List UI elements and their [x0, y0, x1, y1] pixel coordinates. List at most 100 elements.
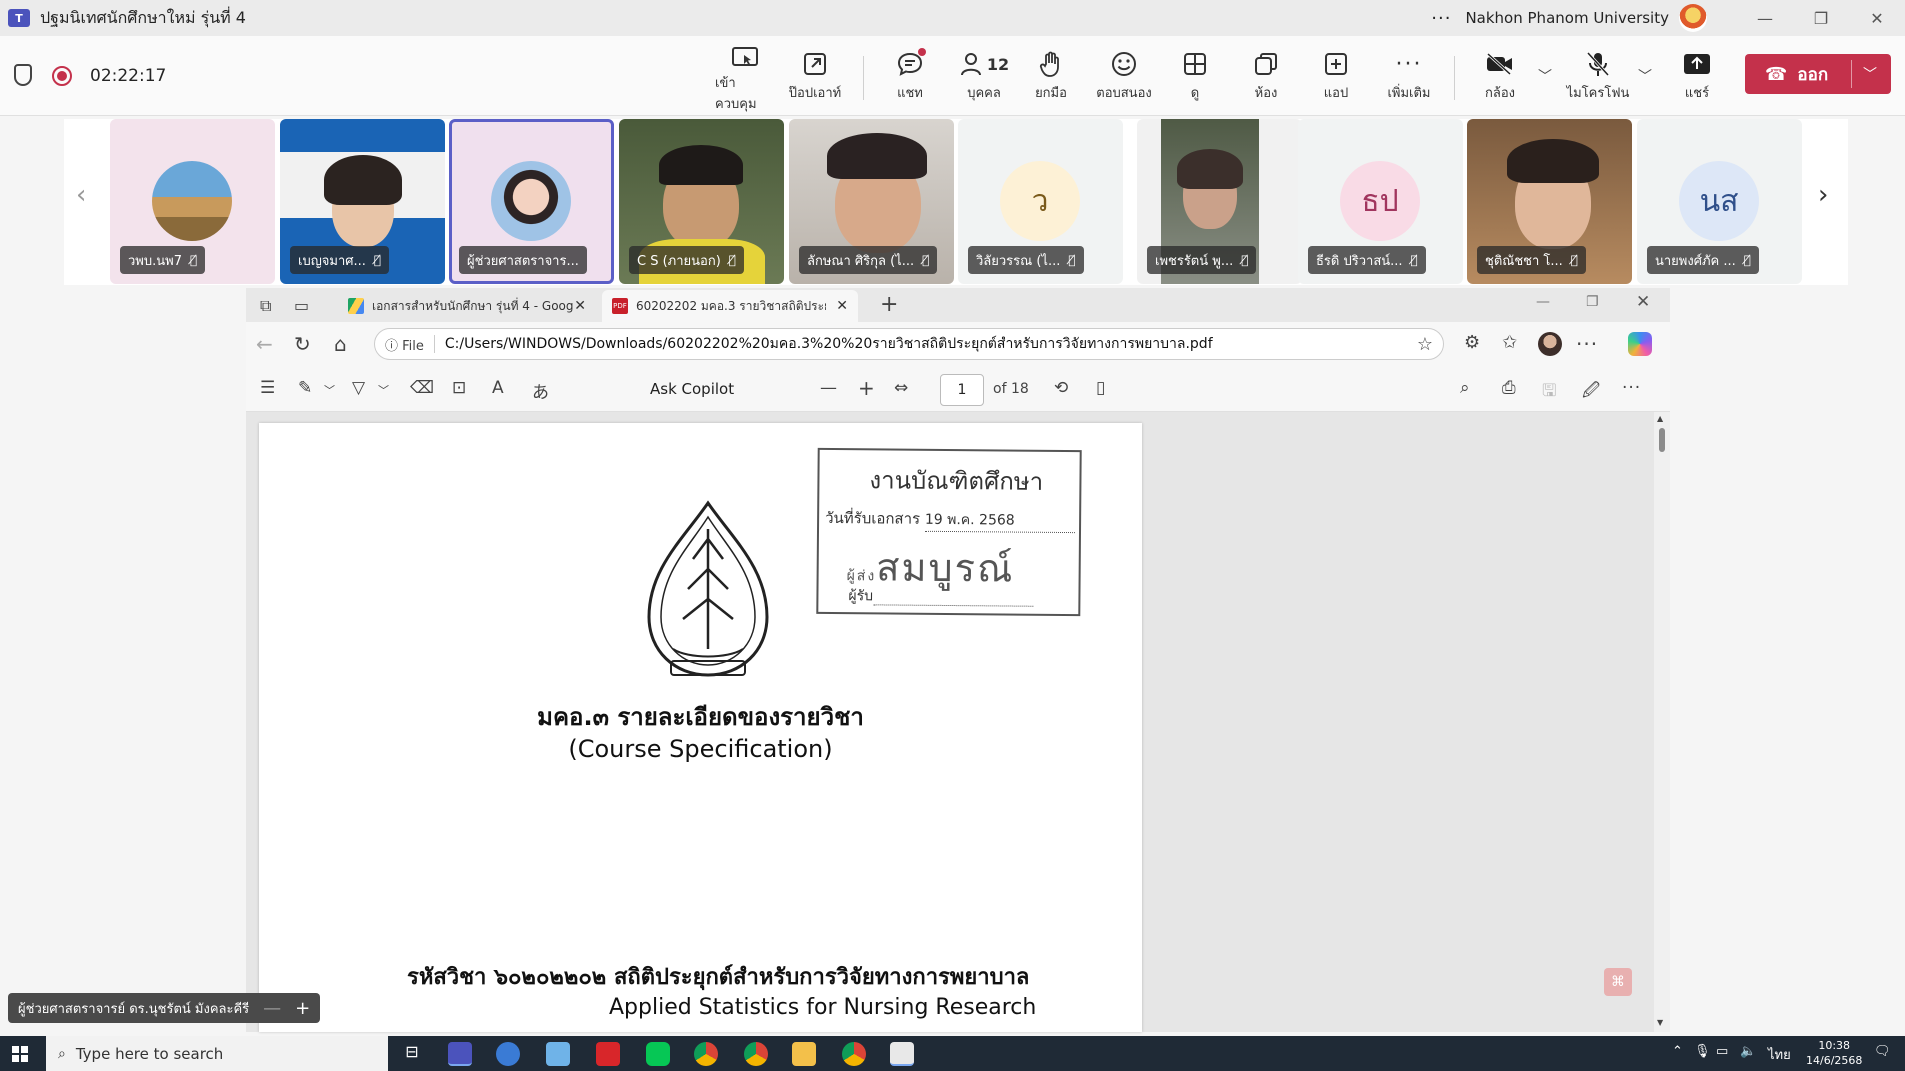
raise-hand-button[interactable]: ยกมือ	[1030, 46, 1072, 110]
browser-minimize-button[interactable]: —	[1536, 294, 1550, 310]
shield-icon[interactable]	[14, 64, 32, 86]
acrobat-icon[interactable]: ⌘	[1604, 968, 1632, 996]
favorites-icon[interactable]: ✩	[1502, 332, 1517, 353]
leave-meeting-button[interactable]: ☎ ออก ﹀	[1745, 54, 1891, 94]
file-explorer-taskbar-icon[interactable]	[792, 1042, 816, 1066]
draw-icon[interactable]: ▽	[352, 378, 365, 398]
react-button[interactable]: ตอบสนอง	[1092, 46, 1156, 110]
participant-tile[interactable]: เพชรรัตน์ พู... 🎙̸	[1137, 119, 1302, 284]
refresh-icon[interactable]: ↻	[294, 332, 311, 356]
url-field[interactable]: ⓘ File C:/Users/WINDOWS/Downloads/602022…	[374, 328, 1444, 360]
save-as-icon[interactable]: 🖉	[1582, 378, 1600, 407]
zoom-in-icon[interactable]: +	[858, 376, 875, 400]
apps-button[interactable]: แอป	[1320, 46, 1352, 110]
save-icon[interactable]: 🖫	[1542, 378, 1556, 407]
chrome-app-taskbar-icon[interactable]	[842, 1042, 866, 1066]
participant-tile[interactable]: ธป ธีรดิ ปริวาสน์... 🎙̸	[1298, 119, 1463, 284]
leave-options-chevron-icon[interactable]: ﹀	[1863, 64, 1877, 84]
chat-button[interactable]: แชท	[890, 46, 930, 110]
browser-close-button[interactable]: ✕	[1636, 292, 1650, 312]
close-window-button[interactable]: ✕	[1849, 0, 1905, 36]
profile-avatar[interactable]	[1538, 332, 1562, 356]
participant-tile[interactable]: นส นายพงศ์ภัค ... 🎙̸	[1637, 119, 1802, 284]
participant-tile[interactable]: ลักษณา ศิริกุล (ไ... 🎙̸	[789, 119, 954, 284]
presenter-bar[interactable]: ผู้ช่วยศาสตราจารย์ ดร.นุชรัตน์ มังคละคีร…	[8, 993, 321, 1023]
back-icon[interactable]: ←	[256, 332, 273, 356]
find-icon[interactable]: ⌕	[1460, 378, 1470, 398]
tab-pdf[interactable]: PDF 60202202 มคอ.3 รายวิชาสถิติประยุกต์ส…	[602, 290, 858, 322]
page-number-input[interactable]: 1	[940, 374, 984, 406]
read-aloud-icon[interactable]: A	[492, 378, 504, 398]
taskbar-search-box[interactable]: ⌕ Type here to search	[46, 1036, 388, 1071]
tray-volume-icon[interactable]: 🔈	[1740, 1044, 1756, 1059]
fit-width-icon[interactable]: ⇔	[894, 378, 908, 398]
app-taskbar-icon[interactable]	[496, 1042, 520, 1066]
mic-options-chevron-icon[interactable]: ﹀	[1638, 66, 1652, 86]
strip-prev-icon[interactable]: ‹	[76, 180, 86, 210]
taskbar-clock[interactable]: 10:38 14/6/2568	[1806, 1038, 1862, 1068]
strip-next-icon[interactable]: ›	[1818, 180, 1828, 210]
workspaces-icon[interactable]: ⧉	[260, 296, 271, 316]
ask-copilot-button[interactable]: Ask Copilot	[650, 380, 734, 398]
tab-google-drive[interactable]: เอกสารสำหรับนักศึกษา รุ่นที่ 4 - Goog ✕	[338, 290, 596, 322]
input-language[interactable]: ไทย	[1768, 1044, 1791, 1065]
task-view-icon[interactable]: ⊟	[400, 1042, 424, 1066]
participant-tile[interactable]: วพบ.นพ7 🎙̸	[110, 119, 275, 284]
participant-tile[interactable]: เบญจมาศ... 🎙̸	[280, 119, 445, 284]
extensions-icon[interactable]: ⚙	[1464, 332, 1480, 353]
title-more-icon[interactable]: ···	[1431, 8, 1451, 29]
contents-list-icon[interactable]: ☰	[260, 378, 275, 398]
participant-tile[interactable]: ชุติณัชชา โ... 🎙̸	[1467, 119, 1632, 284]
scroll-up-icon[interactable]: ▲	[1657, 414, 1663, 423]
presenter-minimize-icon[interactable]: —	[263, 998, 281, 1019]
eraser-icon[interactable]: ⌫	[410, 378, 434, 398]
site-info-label[interactable]: ⓘ File	[385, 335, 434, 354]
rotate-icon[interactable]: ⟲	[1054, 378, 1068, 398]
window-taskbar-icon[interactable]	[890, 1042, 914, 1066]
text-box-icon[interactable]: ⊡	[452, 378, 466, 398]
draw-options-chevron-icon[interactable]: ﹀	[378, 382, 389, 398]
browser-menu-icon[interactable]: ···	[1576, 332, 1598, 356]
participant-tile[interactable]: ผู้ช่วยศาสตราจาร...	[449, 119, 614, 284]
highlight-options-chevron-icon[interactable]: ﹀	[324, 382, 335, 398]
notepad-taskbar-icon[interactable]	[546, 1042, 570, 1066]
more-actions-button[interactable]: ··· เพิ่มเติม	[1384, 46, 1434, 110]
tray-overflow-icon[interactable]: ⌃	[1672, 1044, 1683, 1059]
browser-maximize-button[interactable]: ❐	[1586, 294, 1599, 310]
copilot-icon[interactable]	[1628, 332, 1652, 356]
favorite-star-icon[interactable]: ☆	[1417, 334, 1433, 355]
camera-button[interactable]: กล้อง	[1482, 46, 1518, 110]
scroll-down-icon[interactable]: ▼	[1657, 1018, 1663, 1027]
participant-tile[interactable]: ว วิลัยวรรณ (ไ... 🎙̸	[958, 119, 1123, 284]
org-avatar[interactable]	[1679, 4, 1707, 32]
start-icon[interactable]	[12, 1046, 28, 1062]
minimize-button[interactable]: —	[1737, 0, 1793, 36]
teams-taskbar-icon[interactable]	[448, 1042, 472, 1066]
maximize-button[interactable]: ❐	[1793, 0, 1849, 36]
close-tab-icon[interactable]: ✕	[836, 298, 848, 314]
share-button[interactable]: แชร์	[1680, 46, 1714, 110]
translate-icon[interactable]: あ	[532, 378, 549, 403]
tab-actions-icon[interactable]: ▭	[294, 296, 309, 315]
tray-network-icon[interactable]: ▭	[1716, 1044, 1728, 1059]
camera-options-chevron-icon[interactable]: ﹀	[1538, 66, 1552, 86]
acrobat-taskbar-icon[interactable]	[596, 1042, 620, 1066]
microphone-button[interactable]: ไมโครโฟน	[1566, 46, 1630, 110]
chrome-profile-taskbar-icon[interactable]	[744, 1042, 768, 1066]
take-control-button[interactable]: เข้าควบคุม	[715, 46, 775, 112]
participant-tile[interactable]: C S (ภายนอก) 🎙̸	[619, 119, 784, 284]
close-tab-icon[interactable]: ✕	[574, 298, 586, 314]
print-icon[interactable]: ⎙	[1502, 378, 1516, 398]
pop-out-button[interactable]: ป๊อปเอาท์	[785, 46, 845, 110]
line-taskbar-icon[interactable]	[646, 1042, 670, 1066]
people-button[interactable]: 12 บุคคล	[956, 46, 1012, 110]
rooms-button[interactable]: ห้อง	[1250, 46, 1282, 110]
page-view-icon[interactable]: ▯	[1096, 378, 1105, 398]
zoom-out-icon[interactable]: —	[820, 378, 837, 398]
pdf-scrollbar[interactable]: ▲ ▼	[1654, 412, 1670, 1032]
highlight-icon[interactable]: ✎	[298, 378, 312, 398]
scroll-thumb[interactable]	[1659, 428, 1665, 452]
chrome-taskbar-icon[interactable]	[694, 1042, 718, 1066]
home-icon[interactable]: ⌂	[334, 332, 347, 356]
notifications-icon[interactable]: 🗨	[1874, 1044, 1891, 1059]
